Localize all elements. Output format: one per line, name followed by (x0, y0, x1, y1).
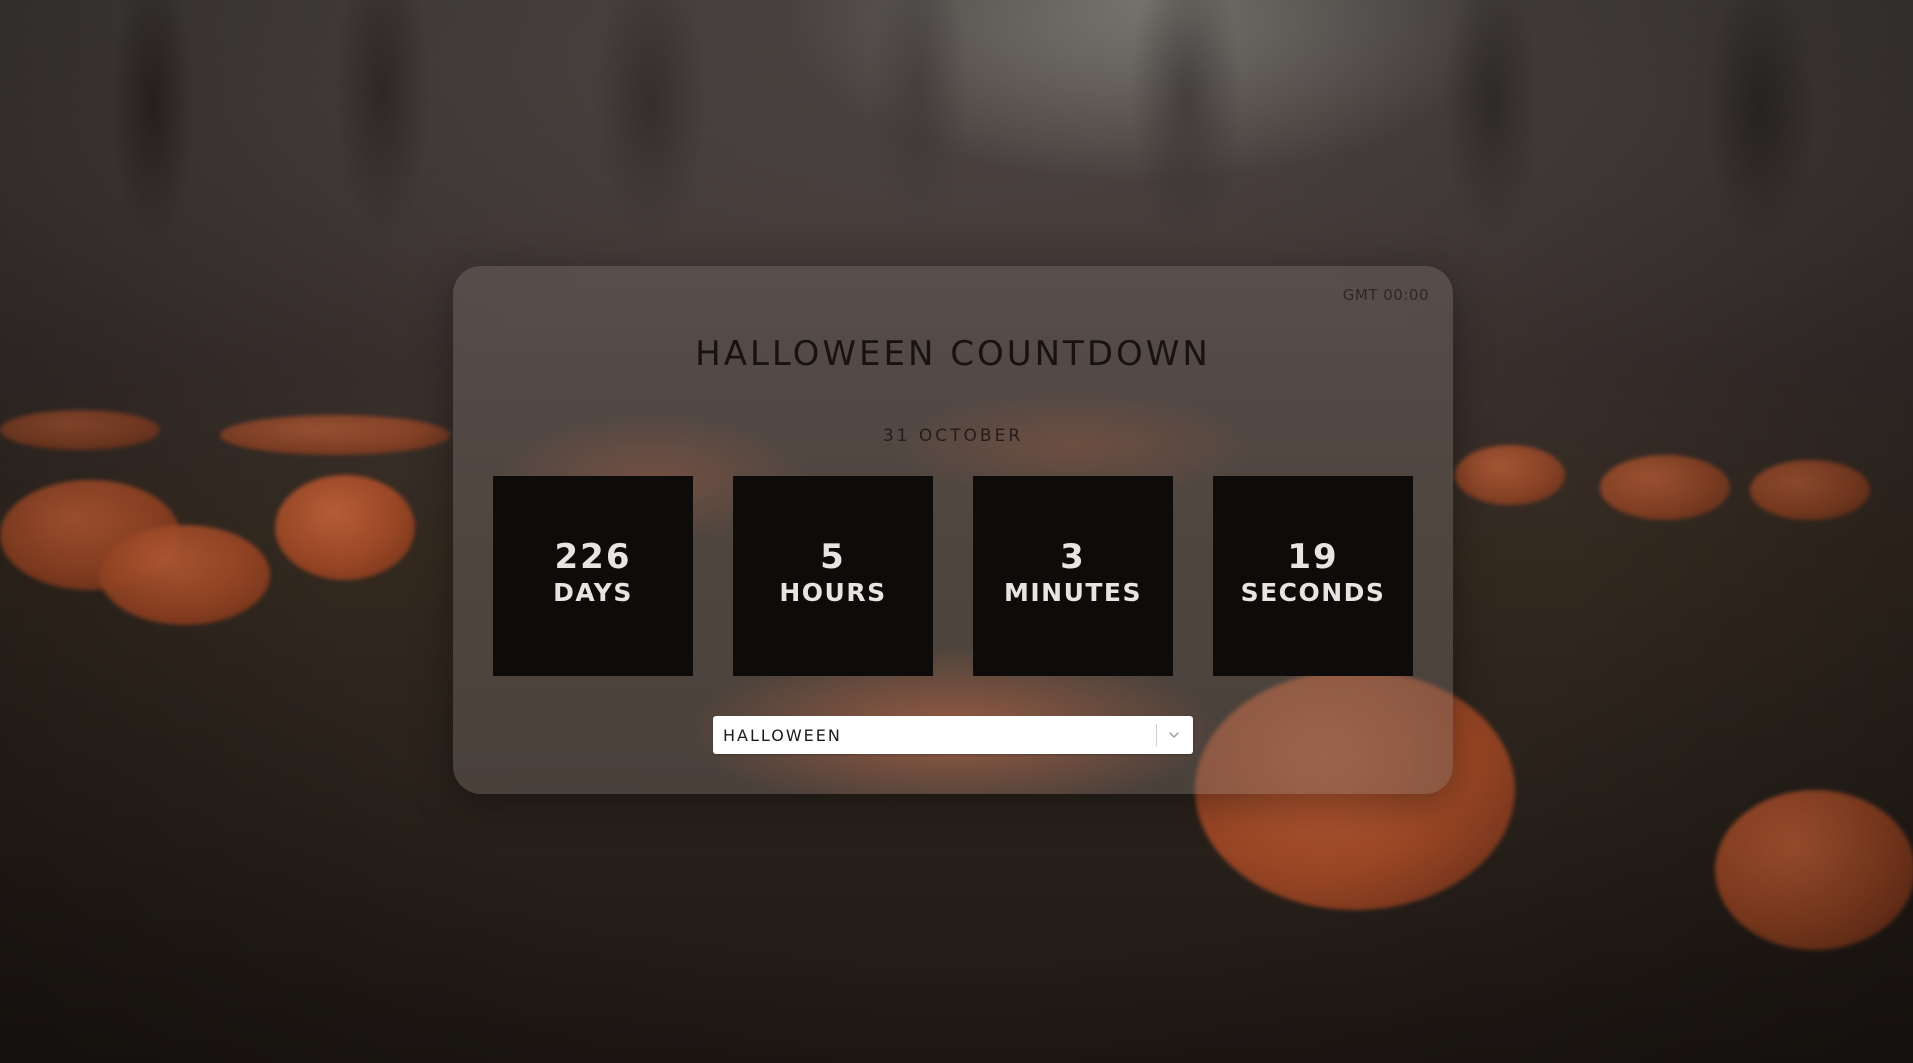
event-select[interactable]: HALLOWEEN (713, 716, 1193, 754)
seconds-value: 19 (1287, 537, 1339, 577)
countdown-minutes: 3 MINUTES (973, 476, 1173, 676)
minutes-value: 3 (1060, 537, 1086, 577)
chevron-down-icon[interactable] (1166, 727, 1182, 743)
countdown-boxes: 226 DAYS 5 HOURS 3 MINUTES 19 SECONDS (493, 476, 1413, 676)
event-select-value: HALLOWEEN (723, 726, 842, 745)
days-value: 226 (554, 537, 632, 577)
days-label: DAYS (553, 578, 633, 607)
seconds-label: SECONDS (1240, 578, 1386, 607)
hours-label: HOURS (779, 578, 887, 607)
countdown-days: 226 DAYS (493, 476, 693, 676)
countdown-card: GMT 00:00 HALLOWEEN COUNTDOWN 31 OCTOBER… (453, 266, 1453, 794)
timezone-label: GMT 00:00 (1342, 286, 1429, 304)
countdown-hours: 5 HOURS (733, 476, 933, 676)
hours-value: 5 (820, 537, 846, 577)
select-divider (1156, 724, 1157, 746)
event-date: 31 OCTOBER (882, 426, 1024, 446)
page-title: HALLOWEEN COUNTDOWN (695, 334, 1211, 374)
countdown-seconds: 19 SECONDS (1213, 476, 1413, 676)
minutes-label: MINUTES (1003, 578, 1143, 607)
